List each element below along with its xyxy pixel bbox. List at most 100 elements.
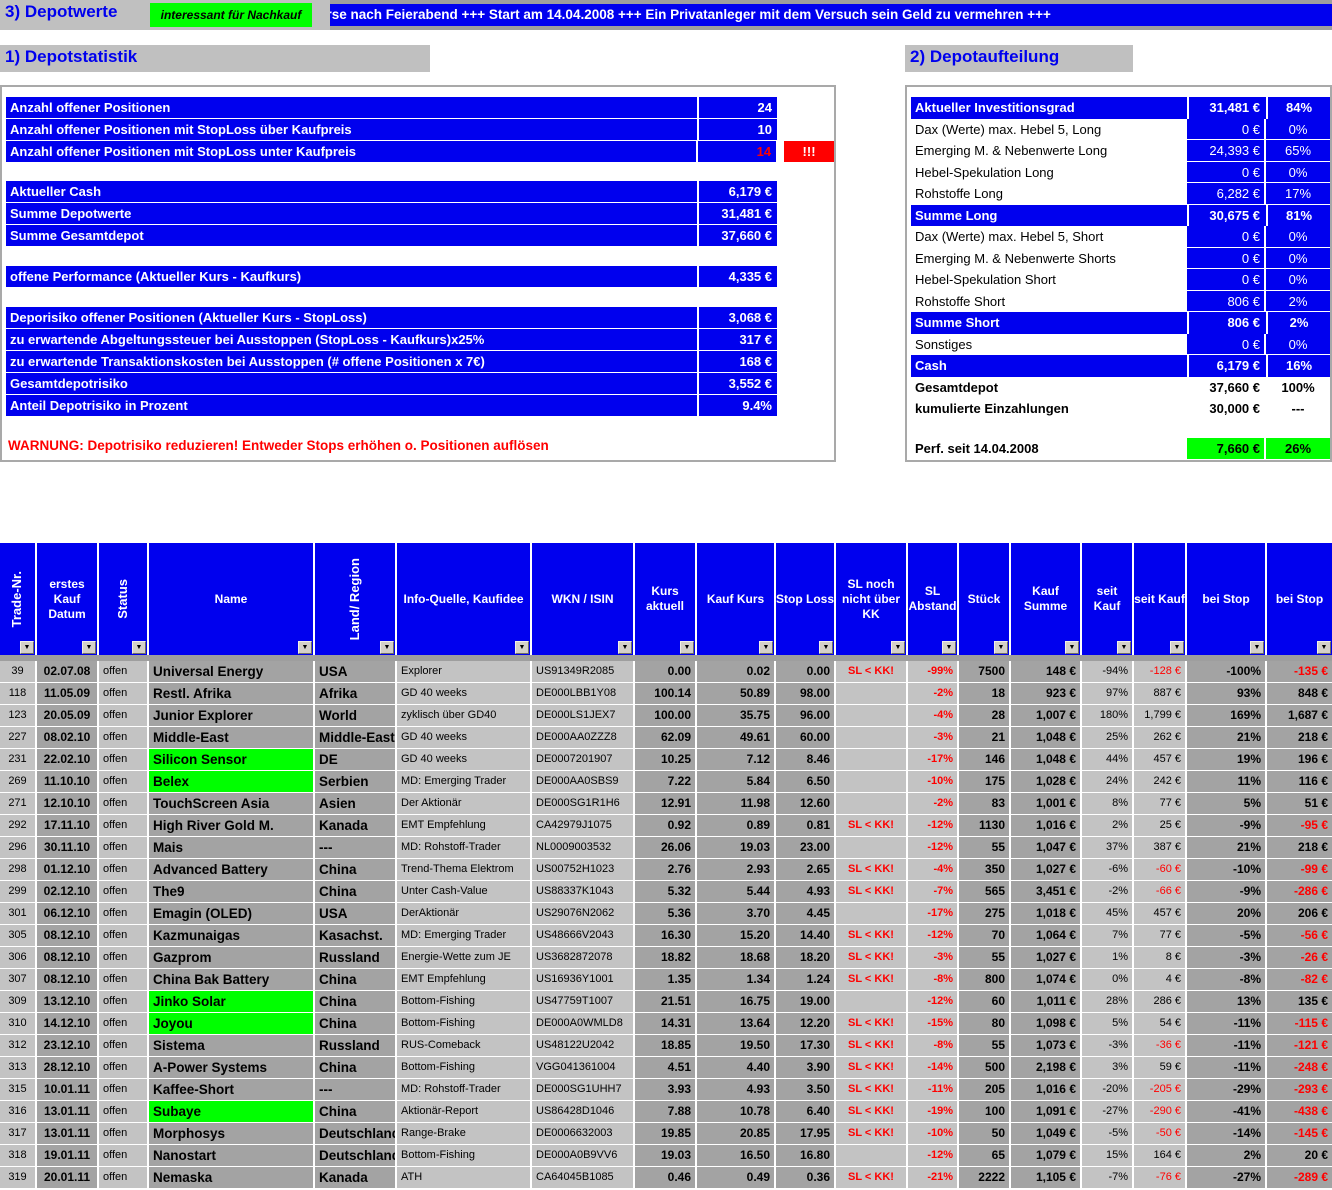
bsp-cell[interactable]: -27% xyxy=(1187,1167,1265,1188)
source-cell[interactable]: Aktionär-Report xyxy=(397,1101,530,1122)
bse-cell[interactable]: 218 € xyxy=(1267,837,1332,858)
column-header-6[interactable]: WKN / ISIN▼ xyxy=(532,543,633,655)
summe-cell[interactable]: 1,028 € xyxy=(1011,771,1080,792)
kurs-cell[interactable]: 2.76 xyxy=(635,859,695,880)
stueck-cell[interactable]: 1130 xyxy=(959,815,1009,836)
summe-cell[interactable]: 1,074 € xyxy=(1011,969,1080,990)
allocation-value-cell[interactable]: 31,481 € xyxy=(1187,97,1264,119)
date-cell[interactable]: 11.05.09 xyxy=(37,683,97,704)
kauf-cell[interactable]: 15.20 xyxy=(697,925,774,946)
allocation-value-cell[interactable]: 37,660 € xyxy=(1187,377,1264,399)
bsp-cell[interactable]: -14% xyxy=(1187,1123,1265,1144)
summe-cell[interactable]: 1,027 € xyxy=(1011,947,1080,968)
summe-cell[interactable]: 1,073 € xyxy=(1011,1035,1080,1056)
summe-cell[interactable]: 1,027 € xyxy=(1011,859,1080,880)
date-cell[interactable]: 02.12.10 xyxy=(37,881,97,902)
ske-cell[interactable]: -66 € xyxy=(1134,881,1185,902)
stat-label-cell[interactable]: Aktueller Cash xyxy=(6,181,697,202)
allocation-value-cell[interactable]: 30,675 € xyxy=(1187,205,1264,227)
bse-cell[interactable]: -99 € xyxy=(1267,859,1332,880)
stueck-cell[interactable]: 21 xyxy=(959,727,1009,748)
nr-cell[interactable]: 307 xyxy=(0,969,35,990)
source-cell[interactable]: zyklisch über GD40 xyxy=(397,705,530,726)
slabst-cell[interactable]: -99% xyxy=(908,661,957,682)
stueck-cell[interactable]: 7500 xyxy=(959,661,1009,682)
stueck-cell[interactable]: 65 xyxy=(959,1145,1009,1166)
stat-value-cell[interactable]: 31,481 € xyxy=(699,203,777,224)
stop-cell[interactable]: 23.00 xyxy=(776,837,834,858)
filter-dropdown-button[interactable]: ▼ xyxy=(1065,641,1079,654)
stueck-cell[interactable]: 28 xyxy=(959,705,1009,726)
kauf-cell[interactable]: 20.85 xyxy=(697,1123,774,1144)
stop-cell[interactable]: 19.00 xyxy=(776,991,834,1012)
source-cell[interactable]: RUS-Comeback xyxy=(397,1035,530,1056)
skp-cell[interactable]: 8% xyxy=(1082,793,1132,814)
name-cell[interactable]: Joyou xyxy=(149,1013,313,1034)
slkk-cell[interactable]: SL < KK! xyxy=(836,661,906,682)
bsp-cell[interactable]: 21% xyxy=(1187,727,1265,748)
status-cell[interactable]: offen xyxy=(99,1145,147,1166)
ske-cell[interactable]: 286 € xyxy=(1134,991,1185,1012)
region-cell[interactable]: Asien xyxy=(315,793,395,814)
kurs-cell[interactable]: 18.82 xyxy=(635,947,695,968)
stueck-cell[interactable]: 50 xyxy=(959,1123,1009,1144)
filter-dropdown-button[interactable]: ▼ xyxy=(1317,641,1331,654)
summe-cell[interactable]: 1,018 € xyxy=(1011,903,1080,924)
isin-cell[interactable]: US47759T1007 xyxy=(532,991,633,1012)
allocation-value-cell[interactable]: 24,393 € xyxy=(1187,140,1264,162)
filter-dropdown-button[interactable]: ▼ xyxy=(1250,641,1264,654)
summe-cell[interactable]: 1,079 € xyxy=(1011,1145,1080,1166)
allocation-label-cell[interactable]: Aktueller Investitionsgrad xyxy=(911,97,1187,119)
date-cell[interactable]: 01.12.10 xyxy=(37,859,97,880)
stop-cell[interactable]: 0.00 xyxy=(776,661,834,682)
isin-cell[interactable]: US29076N2062 xyxy=(532,903,633,924)
nr-cell[interactable]: 299 xyxy=(0,881,35,902)
nr-cell[interactable]: 313 xyxy=(0,1057,35,1078)
bse-cell[interactable]: 196 € xyxy=(1267,749,1332,770)
skp-cell[interactable]: 37% xyxy=(1082,837,1132,858)
skp-cell[interactable]: 0% xyxy=(1082,969,1132,990)
kauf-cell[interactable]: 7.12 xyxy=(697,749,774,770)
stat-value-cell[interactable]: 3,552 € xyxy=(699,373,777,394)
kauf-cell[interactable]: 0.02 xyxy=(697,661,774,682)
allocation-label-cell[interactable]: Rohstoffe Short xyxy=(911,291,1187,313)
name-cell[interactable]: Sistema xyxy=(149,1035,313,1056)
slkk-cell[interactable] xyxy=(836,837,906,858)
column-header-0[interactable]: Trade-Nr.▼ xyxy=(0,543,35,655)
region-cell[interactable]: Russland xyxy=(315,947,395,968)
slkk-cell[interactable]: SL < KK! xyxy=(836,1079,906,1100)
region-cell[interactable]: China xyxy=(315,1013,395,1034)
nr-cell[interactable]: 231 xyxy=(0,749,35,770)
bse-cell[interactable]: -115 € xyxy=(1267,1013,1332,1034)
name-cell[interactable]: Belex xyxy=(149,771,313,792)
stop-cell[interactable]: 18.20 xyxy=(776,947,834,968)
slkk-cell[interactable]: SL < KK! xyxy=(836,859,906,880)
slabst-cell[interactable]: -10% xyxy=(908,1123,957,1144)
allocation-percent-cell[interactable]: 0% xyxy=(1266,226,1330,248)
bsp-cell[interactable]: 19% xyxy=(1187,749,1265,770)
date-cell[interactable]: 19.01.11 xyxy=(37,1145,97,1166)
ske-cell[interactable]: -76 € xyxy=(1134,1167,1185,1188)
name-cell[interactable]: Nanostart xyxy=(149,1145,313,1166)
date-cell[interactable]: 13.01.11 xyxy=(37,1123,97,1144)
kurs-cell[interactable]: 0.00 xyxy=(635,661,695,682)
filter-dropdown-button[interactable]: ▼ xyxy=(380,641,394,654)
isin-cell[interactable]: CA42979J1075 xyxy=(532,815,633,836)
region-cell[interactable]: USA xyxy=(315,903,395,924)
kurs-cell[interactable]: 16.30 xyxy=(635,925,695,946)
allocation-percent-cell[interactable]: 65% xyxy=(1266,140,1330,162)
isin-cell[interactable]: DE000LBB1Y08 xyxy=(532,683,633,704)
source-cell[interactable]: MD: Emerging Trader xyxy=(397,771,530,792)
date-cell[interactable]: 28.12.10 xyxy=(37,1057,97,1078)
column-header-7[interactable]: Kurs aktuell▼ xyxy=(635,543,695,655)
slabst-cell[interactable]: -4% xyxy=(908,705,957,726)
name-cell[interactable]: Middle-East xyxy=(149,727,313,748)
summe-cell[interactable]: 1,098 € xyxy=(1011,1013,1080,1034)
nr-cell[interactable]: 118 xyxy=(0,683,35,704)
stueck-cell[interactable]: 100 xyxy=(959,1101,1009,1122)
stueck-cell[interactable]: 55 xyxy=(959,837,1009,858)
allocation-label-cell[interactable]: Summe Long xyxy=(911,205,1187,227)
name-cell[interactable]: Advanced Battery xyxy=(149,859,313,880)
stat-value-cell[interactable]: 9.4% xyxy=(699,395,777,416)
slkk-cell[interactable]: SL < KK! xyxy=(836,815,906,836)
